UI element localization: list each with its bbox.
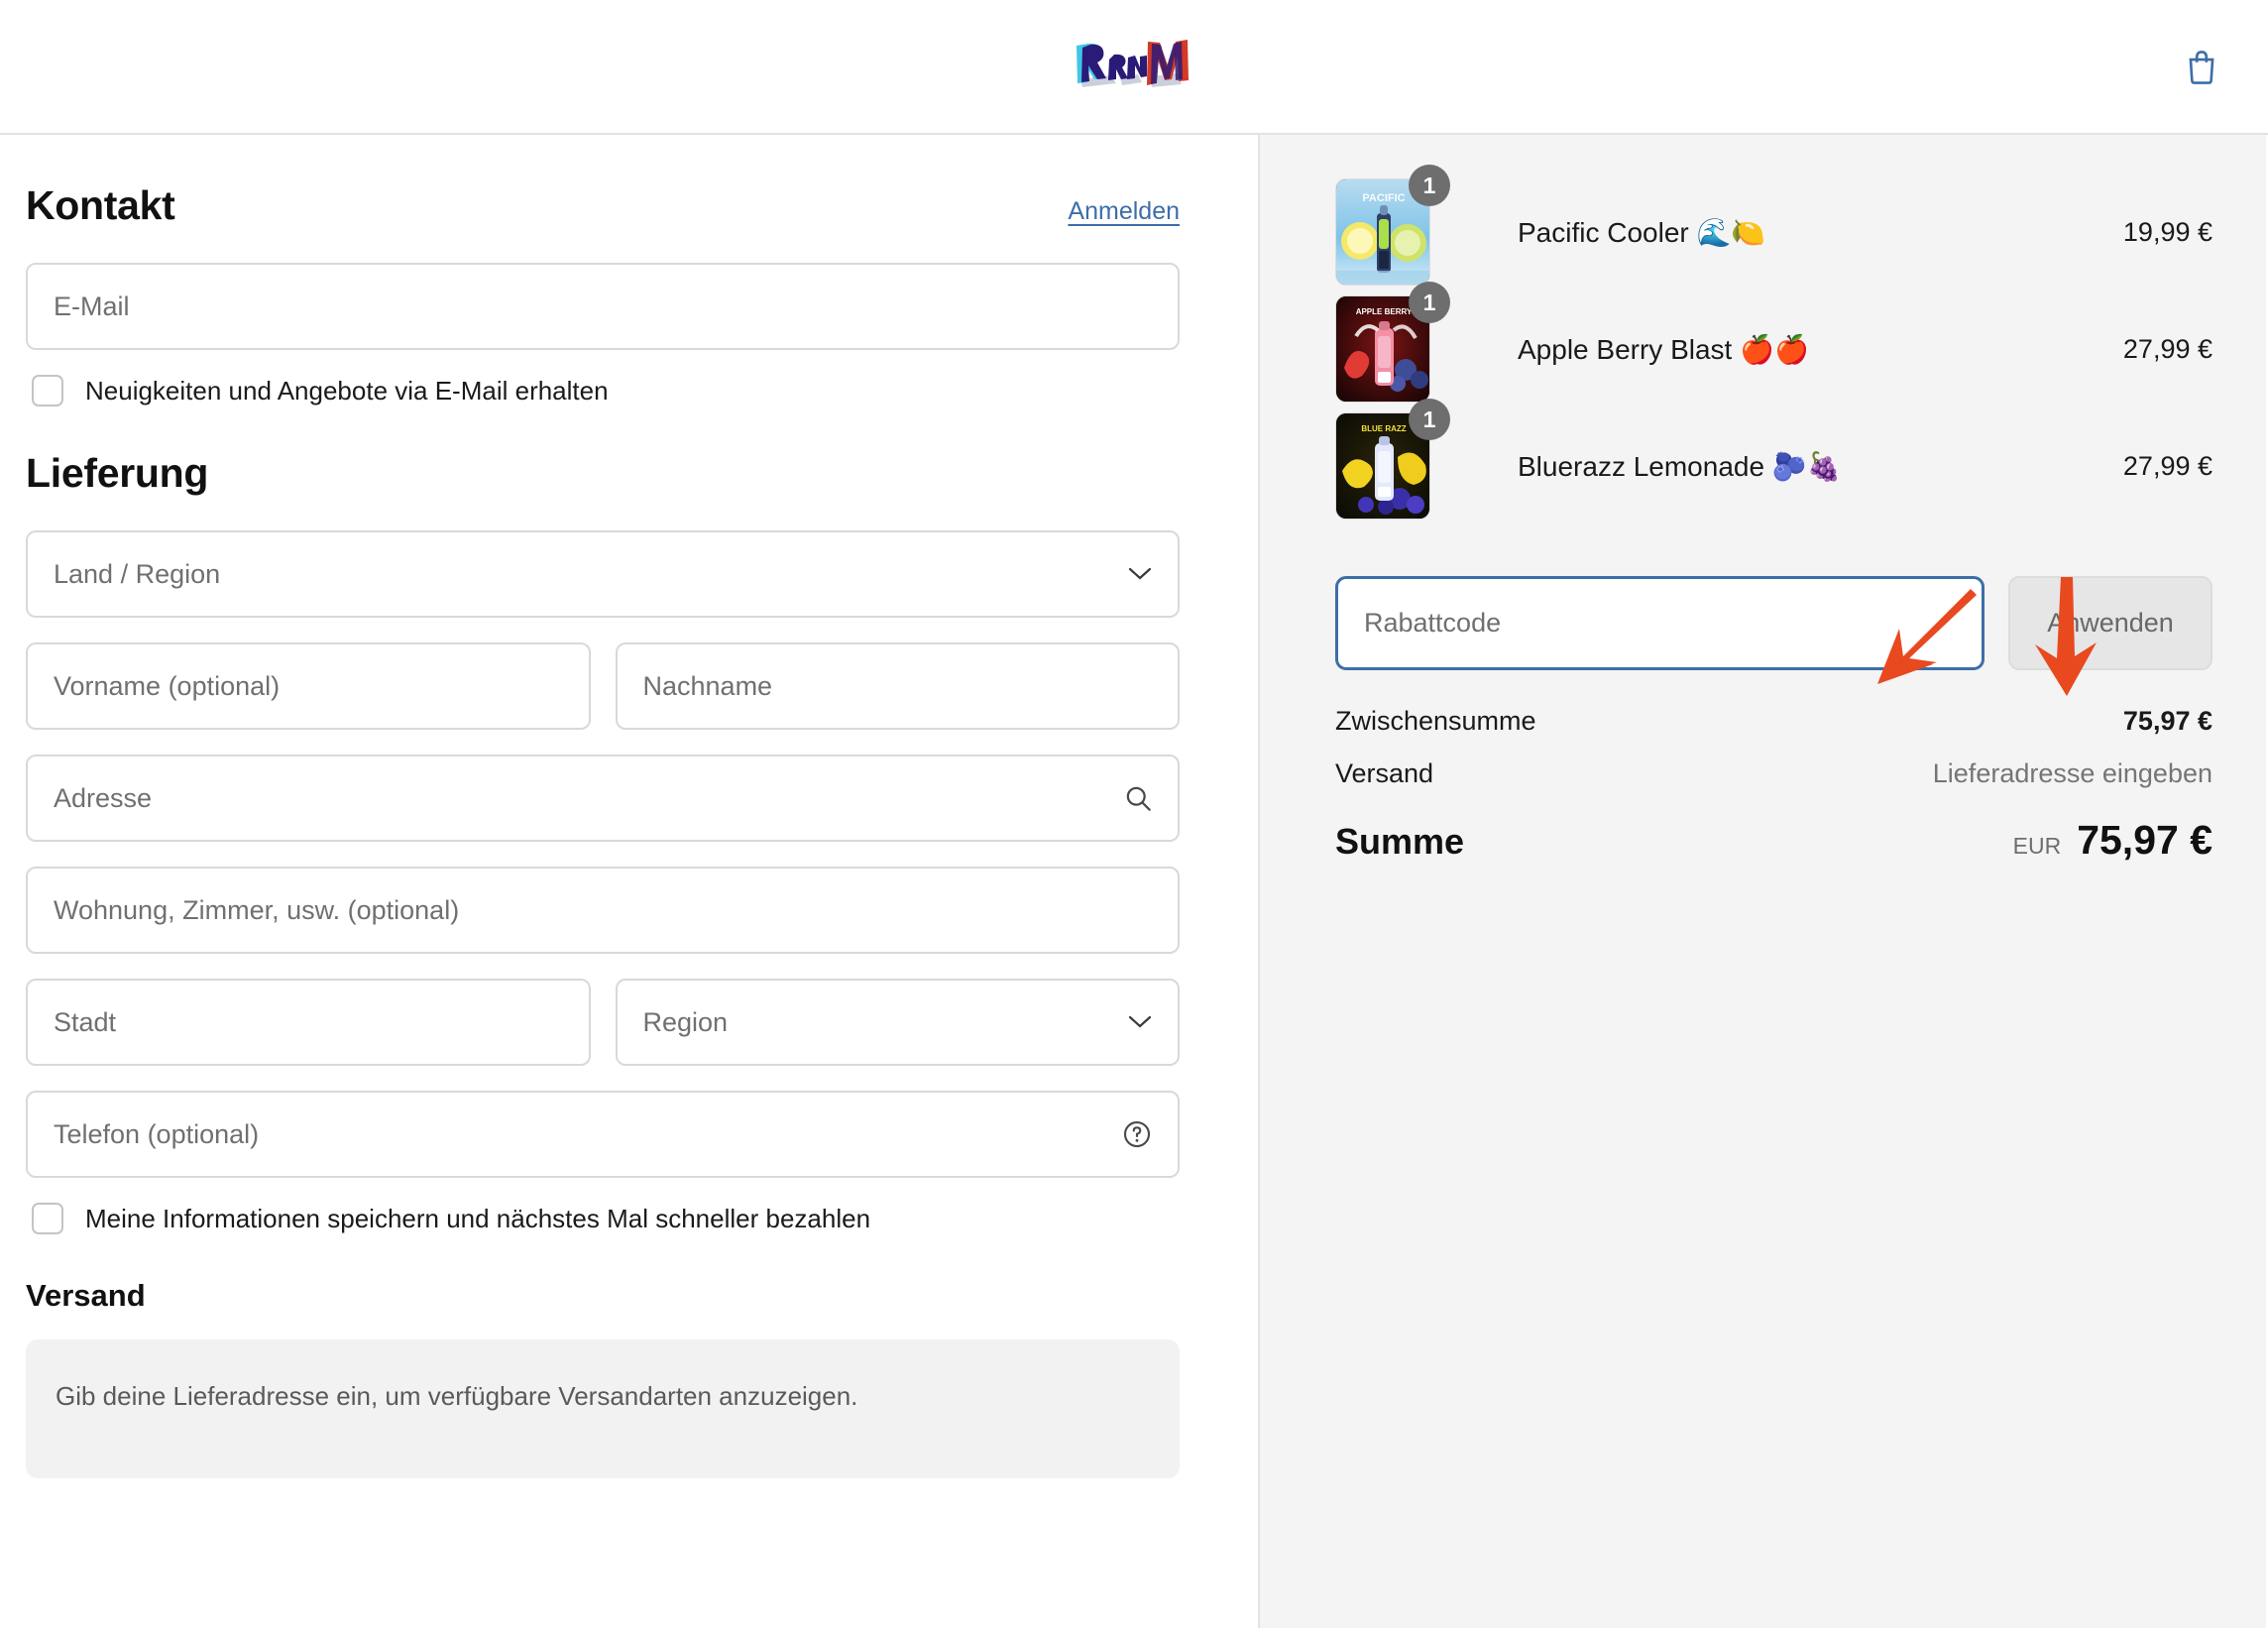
phone-field[interactable]: Telefon (optional) <box>26 1091 1180 1179</box>
address-field[interactable]: Adresse <box>26 755 1180 843</box>
newsletter-checkbox[interactable] <box>32 375 63 407</box>
order-summary-column: PACIFIC 1 Pacific Cooler 🌊🍋 19,99 € APPL… <box>1260 135 2266 1628</box>
subtotal-value: 75,97 € <box>2122 706 2212 736</box>
newsletter-label: Neuigkeiten und Angebote via E-Mail erha… <box>85 375 609 406</box>
chevron-down-icon <box>1128 567 1152 581</box>
chevron-down-icon <box>1128 1015 1152 1029</box>
item-name: Bluerazz Lemonade 🫐🍇 <box>1518 450 1842 482</box>
checkout-form-column: Kontakt Anmelden E-Mail Neuigkeiten und … <box>0 135 1260 1628</box>
product-thumbnail-wrap: APPLE BERRY 1 <box>1335 282 1450 403</box>
save-info-label: Meine Informationen speichern und nächst… <box>85 1203 871 1233</box>
total-amount-wrap: EUR 75,97 € <box>2013 817 2212 864</box>
item-quantity-badge: 1 <box>1409 399 1450 440</box>
checkout-body: Kontakt Anmelden E-Mail Neuigkeiten und … <box>0 135 2268 1628</box>
shipping-row-label: Versand <box>1335 758 1434 788</box>
apartment-field[interactable]: Wohnung, Zimmer, usw. (optional) <box>26 867 1180 955</box>
total-row: Summe EUR 75,97 € <box>1335 817 2212 864</box>
item-name: Apple Berry Blast 🍎🍎 <box>1518 333 1809 365</box>
search-icon[interactable] <box>1124 784 1152 812</box>
discount-row: Rabattcode Anwenden <box>1335 576 2212 670</box>
help-circle-icon[interactable] <box>1122 1119 1152 1149</box>
region-select[interactable]: Region <box>615 979 1180 1067</box>
country-select[interactable]: Land / Region <box>26 530 1180 619</box>
firstname-placeholder: Vorname (optional) <box>54 670 281 701</box>
product-thumbnail-wrap: PACIFIC 1 <box>1335 165 1450 286</box>
svg-text:PACIFIC: PACIFIC <box>1362 192 1405 204</box>
line-item[interactable]: PACIFIC 1 Pacific Cooler 🌊🍋 19,99 € <box>1335 165 2212 286</box>
subtotal-label: Zwischensumme <box>1335 706 1536 736</box>
city-placeholder: Stadt <box>54 1006 117 1037</box>
line-item[interactable]: BLUE RAZZ 1 Bluerazz Lemonade 🫐🍇 27,99 € <box>1335 399 2212 520</box>
email-placeholder: E-Mail <box>54 291 130 321</box>
city-field[interactable]: Stadt <box>26 979 591 1067</box>
total-value: 75,97 € <box>2077 817 2212 863</box>
shipping-row-value: Lieferadresse eingeben <box>1932 758 2212 788</box>
site-header <box>0 0 2268 135</box>
address-placeholder: Adresse <box>54 782 153 813</box>
delivery-title: Lieferung <box>26 450 209 497</box>
firstname-field[interactable]: Vorname (optional) <box>26 642 591 731</box>
svg-text:APPLE BERRY: APPLE BERRY <box>1356 307 1413 316</box>
newsletter-checkbox-row[interactable]: Neuigkeiten und Angebote via E-Mail erha… <box>32 375 1180 407</box>
contact-section-header: Kontakt Anmelden <box>26 182 1180 229</box>
subtotal-row: Zwischensumme 75,97 € <box>1335 706 2212 737</box>
contact-title: Kontakt <box>26 182 175 228</box>
brand-logo[interactable] <box>1065 36 1203 97</box>
total-label: Summe <box>1335 821 1465 862</box>
product-thumbnail-wrap: BLUE RAZZ 1 <box>1335 399 1450 520</box>
item-price: 19,99 € <box>2122 216 2212 247</box>
login-link[interactable]: Anmelden <box>1068 197 1180 226</box>
shopping-bag-icon <box>2189 51 2214 84</box>
lastname-field[interactable]: Nachname <box>615 642 1180 731</box>
discount-placeholder: Rabattcode <box>1364 608 1502 638</box>
discount-code-input[interactable]: Rabattcode <box>1335 576 1984 670</box>
name-row: Vorname (optional) Nachname <box>26 642 1180 755</box>
city-region-row: Stadt Region <box>26 979 1180 1091</box>
shipping-row: Versand Lieferadresse eingeben <box>1335 758 2212 789</box>
shipping-title: Versand <box>26 1278 146 1314</box>
phone-placeholder: Telefon (optional) <box>54 1118 260 1149</box>
apartment-placeholder: Wohnung, Zimmer, usw. (optional) <box>54 894 460 925</box>
item-price: 27,99 € <box>2122 450 2212 481</box>
apply-discount-button[interactable]: Anwenden <box>2008 576 2212 670</box>
total-currency: EUR <box>2012 833 2062 859</box>
delivery-section-header: Lieferung <box>26 450 1180 497</box>
country-placeholder: Land / Region <box>54 558 221 589</box>
item-quantity-badge: 1 <box>1409 165 1450 206</box>
item-price: 27,99 € <box>2122 333 2212 364</box>
shipping-notice: Gib deine Lieferadresse ein, um verfügba… <box>26 1339 1180 1479</box>
cart-button[interactable] <box>2179 44 2224 89</box>
item-quantity-badge: 1 <box>1409 282 1450 323</box>
save-info-checkbox-row[interactable]: Meine Informationen speichern und nächst… <box>32 1203 1180 1235</box>
svg-text:BLUE RAZZ: BLUE RAZZ <box>1361 424 1406 433</box>
save-info-checkbox[interactable] <box>32 1203 63 1235</box>
line-item[interactable]: APPLE BERRY 1 Apple Berry Blast 🍎🍎 27,99… <box>1335 282 2212 403</box>
lastname-placeholder: Nachname <box>642 670 773 701</box>
item-name: Pacific Cooler 🌊🍋 <box>1518 216 1766 248</box>
region-placeholder: Region <box>642 1006 729 1037</box>
email-field[interactable]: E-Mail <box>26 263 1180 351</box>
